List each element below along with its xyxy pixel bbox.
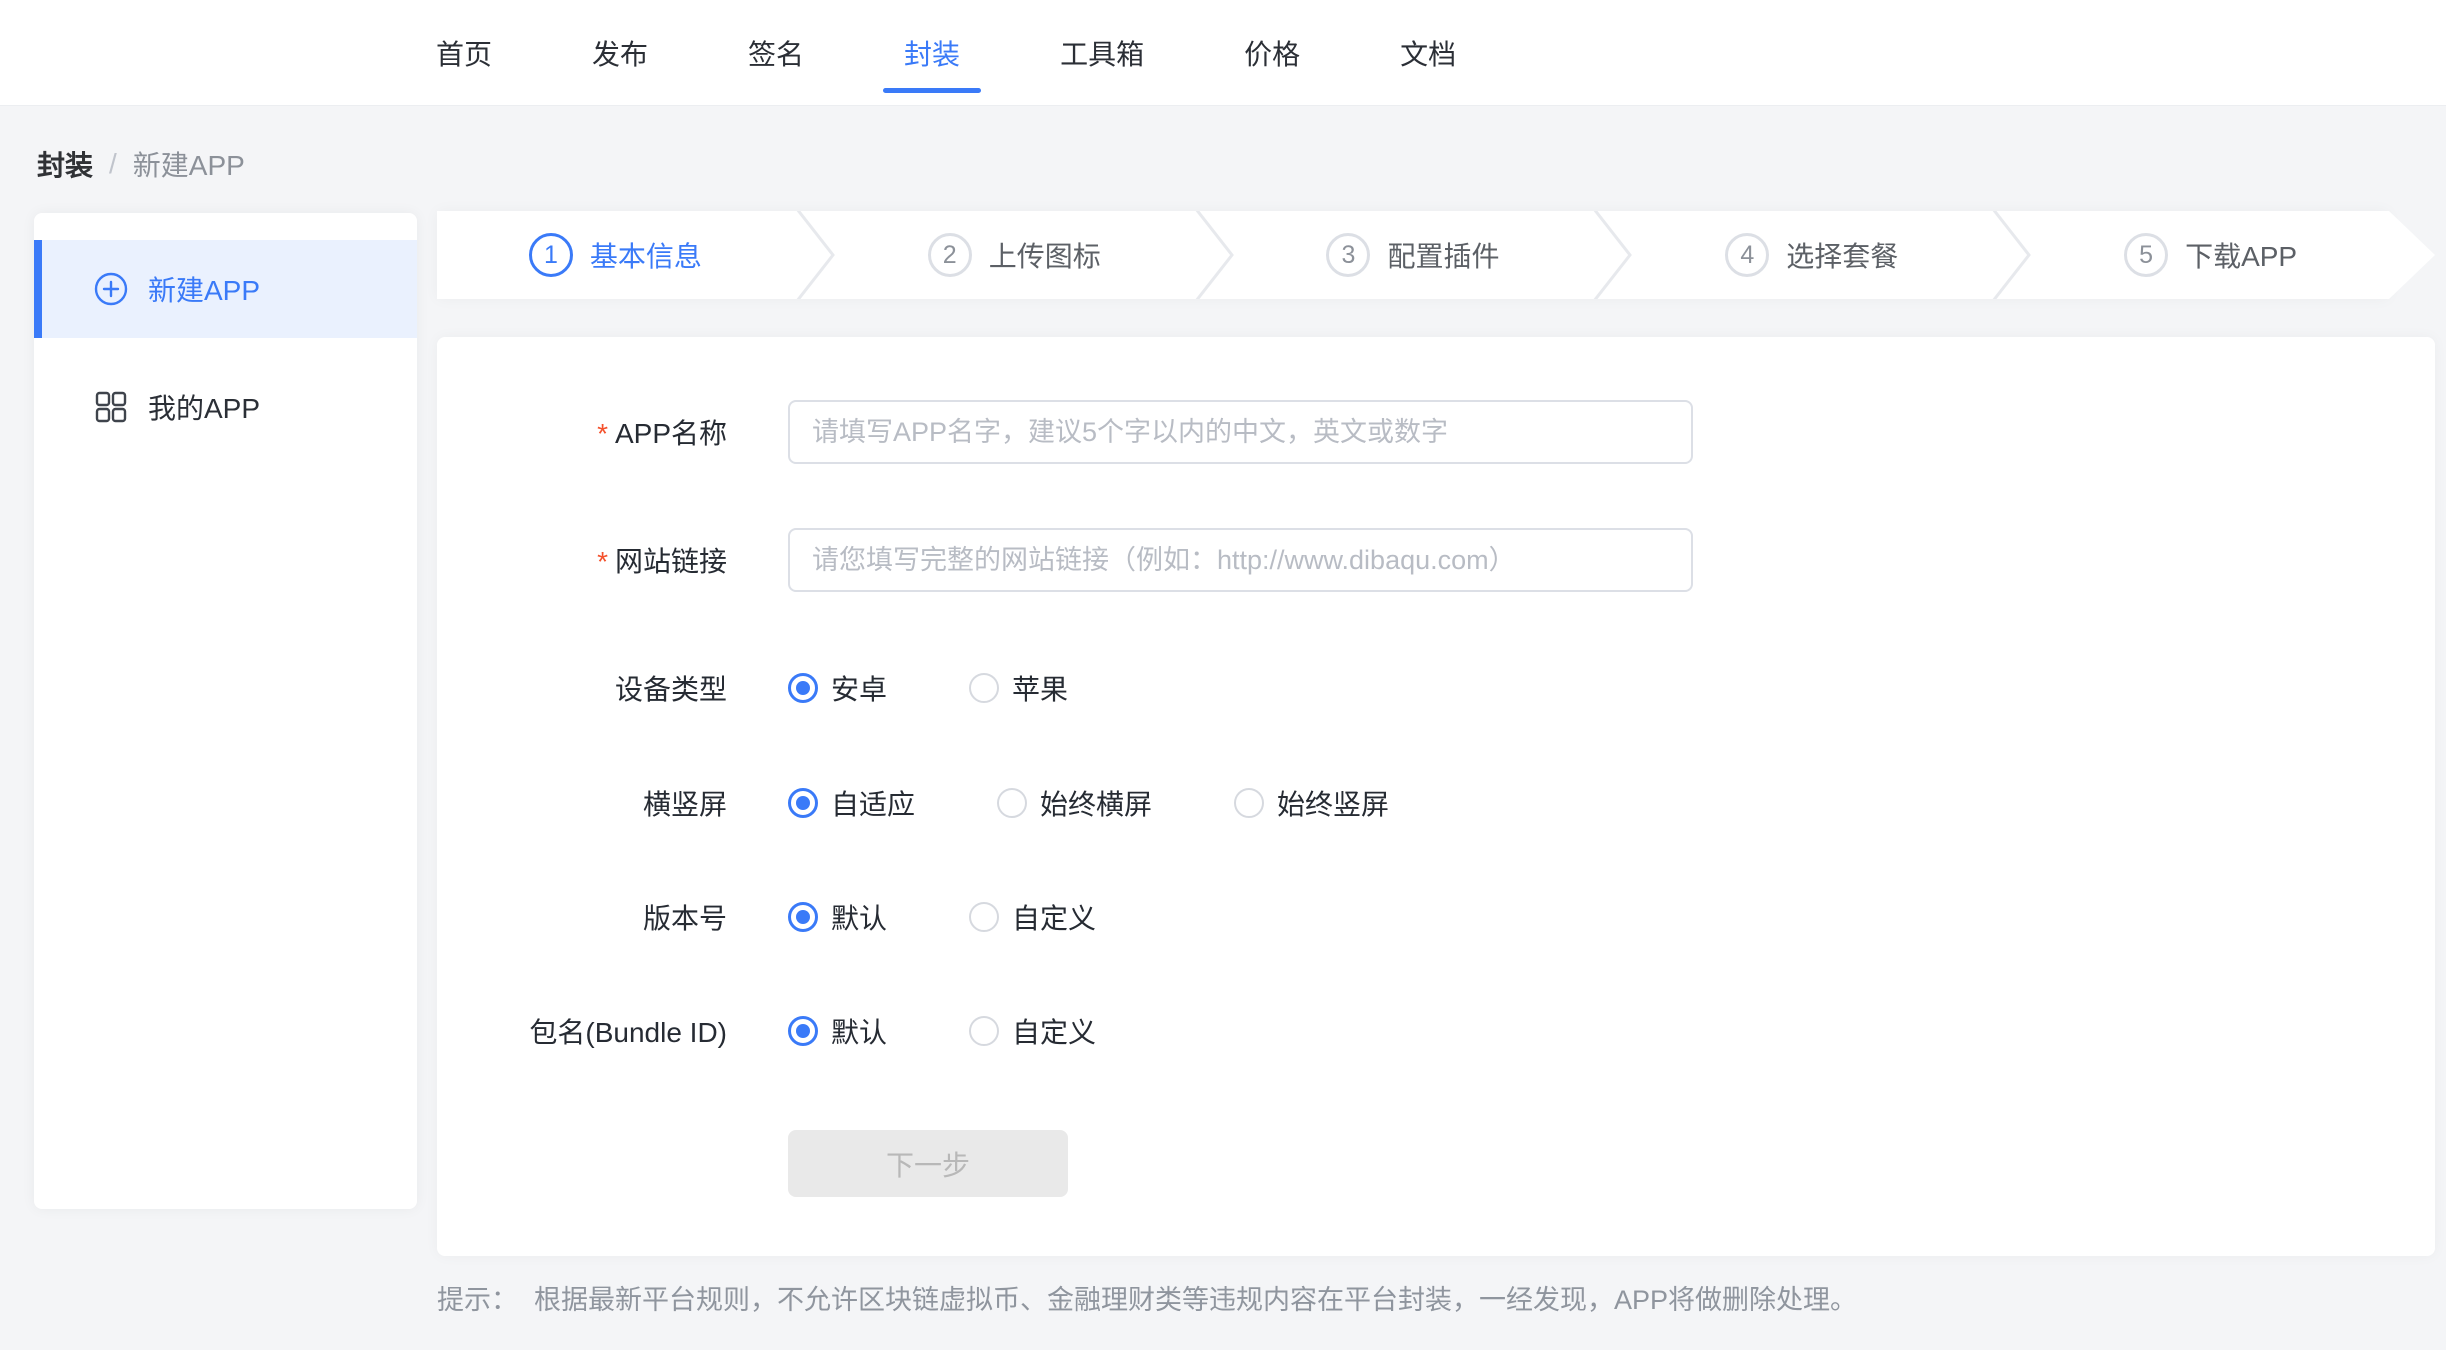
app-name-label: *APP名称 [437, 412, 727, 452]
form-row-submit: 下一步 [437, 1130, 2435, 1197]
breadcrumb-current: 新建APP [133, 144, 245, 184]
radio-unselected-icon [1234, 788, 1264, 818]
form-row-device-type: 设备类型 安卓 苹果 [437, 656, 2435, 720]
chevron-right-icon [1591, 211, 1633, 299]
step-number: 5 [2124, 233, 2168, 277]
tip-prefix: 提示： [437, 1285, 518, 1315]
device-type-radio-group: 安卓 苹果 [788, 668, 1150, 708]
plus-circle-icon [94, 272, 128, 306]
chevron-right-icon [794, 211, 836, 299]
radio-adaptive[interactable]: 自适应 [788, 783, 915, 823]
breadcrumb: 封装 / 新建APP [37, 144, 245, 184]
sidebar: 新建APP 我的APP [34, 213, 417, 1209]
step-basic-info: 1 基本信息 [437, 233, 794, 277]
nav-item-pricing[interactable]: 价格 [1244, 33, 1300, 73]
sidebar-item-new-app[interactable]: 新建APP [34, 240, 417, 338]
step-label: 下载APP [2185, 235, 2297, 275]
sidebar-item-label: 我的APP [148, 387, 260, 427]
step-label: 上传图标 [989, 235, 1101, 275]
radio-version-default[interactable]: 默认 [788, 897, 887, 937]
step-upload-icon: 2 上传图标 [836, 233, 1193, 277]
orientation-label: 横竖屏 [437, 783, 727, 823]
form-row-orientation: 横竖屏 自适应 始终横屏 始终竖屏 [437, 771, 2435, 835]
nav-item-toolbox[interactable]: 工具箱 [1060, 33, 1144, 73]
step-download-app: 5 下载APP [2032, 233, 2389, 277]
radio-selected-icon [788, 902, 818, 932]
radio-unselected-icon [969, 673, 999, 703]
form-row-site-url: *网站链接 [437, 528, 2435, 592]
form-row-bundle-id: 包名(Bundle ID) 默认 自定义 [437, 999, 2435, 1063]
step-configure-plugin: 3 配置插件 [1235, 233, 1592, 277]
breadcrumb-section[interactable]: 封装 [37, 144, 93, 184]
step-label: 基本信息 [590, 235, 702, 275]
grid-icon [94, 390, 128, 424]
device-type-label: 设备类型 [437, 668, 727, 708]
chevron-right-icon [1193, 211, 1235, 299]
nav-item-publish[interactable]: 发布 [592, 33, 648, 73]
wizard-end-arrow [2389, 211, 2435, 299]
radio-selected-icon [788, 1016, 818, 1046]
sidebar-item-label: 新建APP [148, 269, 260, 309]
radio-unselected-icon [969, 1016, 999, 1046]
required-asterisk: * [597, 418, 608, 449]
next-step-button[interactable]: 下一步 [788, 1130, 1068, 1197]
radio-bundle-custom[interactable]: 自定义 [969, 1011, 1096, 1051]
radio-selected-icon [788, 673, 818, 703]
nav-item-home[interactable]: 首页 [436, 33, 492, 73]
step-choose-plan: 4 选择套餐 [1633, 233, 1990, 277]
form-row-app-name: *APP名称 [437, 400, 2435, 464]
top-navigation: 首页 发布 签名 封装 工具箱 价格 文档 [0, 0, 2446, 106]
radio-always-landscape[interactable]: 始终横屏 [997, 783, 1152, 823]
radio-ios[interactable]: 苹果 [969, 668, 1068, 708]
nav-item-signature[interactable]: 签名 [748, 33, 804, 73]
radio-unselected-icon [969, 902, 999, 932]
version-radio-group: 默认 自定义 [788, 897, 1178, 937]
bundle-id-radio-group: 默认 自定义 [788, 1011, 1178, 1051]
step-number: 2 [928, 233, 972, 277]
radio-android[interactable]: 安卓 [788, 668, 887, 708]
tip-text: 根据最新平台规则，不允许区块链虚拟币、金融理财类等违规内容在平台封装，一经发现，… [534, 1285, 1857, 1315]
step-label: 选择套餐 [1786, 235, 1898, 275]
step-number: 1 [529, 233, 573, 277]
bundle-id-label: 包名(Bundle ID) [437, 1011, 727, 1051]
sidebar-item-my-apps[interactable]: 我的APP [34, 358, 417, 456]
nav-item-docs[interactable]: 文档 [1400, 33, 1456, 73]
site-url-label: *网站链接 [437, 540, 727, 580]
radio-bundle-default[interactable]: 默认 [788, 1011, 887, 1051]
step-label: 配置插件 [1387, 235, 1499, 275]
new-app-form: *APP名称 *网站链接 设备类型 安卓 苹果 横竖屏 [437, 337, 2435, 1256]
form-row-version: 版本号 默认 自定义 [437, 885, 2435, 949]
step-number: 3 [1326, 233, 1370, 277]
breadcrumb-separator: / [109, 148, 117, 180]
site-url-input[interactable] [788, 528, 1693, 592]
radio-version-custom[interactable]: 自定义 [969, 897, 1096, 937]
radio-unselected-icon [997, 788, 1027, 818]
version-label: 版本号 [437, 897, 727, 937]
app-name-input[interactable] [788, 400, 1693, 464]
radio-selected-icon [788, 788, 818, 818]
nav-item-package[interactable]: 封装 [904, 33, 960, 73]
platform-rule-tip: 提示： 根据最新平台规则，不允许区块链虚拟币、金融理财类等违规内容在平台封装，一经… [437, 1278, 1857, 1317]
radio-always-portrait[interactable]: 始终竖屏 [1234, 783, 1389, 823]
chevron-right-icon [1990, 211, 2032, 299]
wizard-steps: 1 基本信息 2 上传图标 3 配置插件 4 选择套餐 5 下载APP [437, 211, 2435, 299]
required-asterisk: * [597, 546, 608, 577]
orientation-radio-group: 自适应 始终横屏 始终竖屏 [788, 783, 1471, 823]
wizard-bar: 1 基本信息 2 上传图标 3 配置插件 4 选择套餐 5 下载APP [437, 211, 2389, 299]
step-number: 4 [1725, 233, 1769, 277]
